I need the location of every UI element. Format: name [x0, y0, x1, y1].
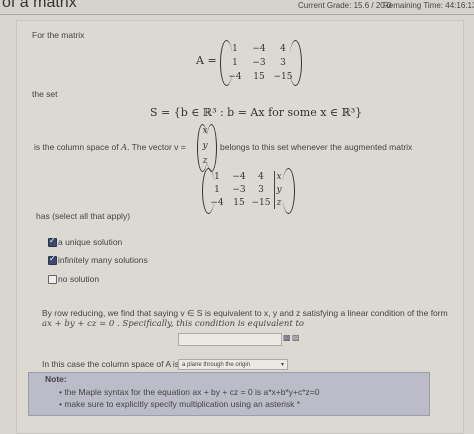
matrix-cell: 3	[280, 58, 286, 68]
remaining-time: Remaining Time: 44:16:13	[383, 1, 474, 10]
aug-cell: x	[276, 172, 282, 182]
select-value: a plane through the origin	[182, 362, 251, 368]
condition-input[interactable]	[178, 333, 282, 346]
matrix-cell: 15	[253, 72, 265, 82]
matrix-cell: −4	[228, 72, 242, 82]
current-grade: Current Grade: 15.6 / 20.0	[298, 1, 392, 10]
aug-cell: y	[276, 185, 282, 195]
row-reduce-text-2: ax + by + cz = 0 . Specifically, this co…	[42, 319, 305, 329]
select-all-prompt: has (select all that apply)	[36, 211, 131, 221]
note-item: • make sure to explicitly specify multip…	[59, 399, 301, 409]
preview-icon[interactable]: ▩	[283, 333, 291, 342]
set-label: the set	[32, 89, 58, 99]
option-label: no solution	[58, 274, 100, 284]
aug-cell: 1	[214, 185, 220, 195]
column-space-select[interactable]: a plane through the origin ▾	[178, 359, 288, 370]
checkbox-unique[interactable]	[48, 236, 57, 247]
matrix-cell: 1	[232, 44, 238, 54]
help-icon[interactable]: ▧	[292, 333, 300, 342]
matrix-cell: 1	[232, 58, 238, 68]
note-box: Note: • the Maple syntax for the equatio…	[28, 372, 430, 416]
vector-entry: x	[202, 126, 208, 136]
aug-cell: −3	[232, 185, 246, 195]
aug-cell: −4	[232, 172, 246, 182]
column-space-sentence: is the column space of A. The vector v =	[34, 142, 186, 153]
vector-entry: z	[202, 156, 208, 166]
aug-cell: 1	[214, 172, 220, 182]
aug-cell: −4	[210, 198, 224, 208]
note-title: Note:	[45, 374, 67, 384]
matrix-cell: −15	[273, 72, 293, 82]
intro-text: For the matrix	[32, 30, 85, 40]
aug-cell: z	[276, 198, 282, 208]
option-label: a unique solution	[58, 237, 123, 247]
matrix-cell: 4	[280, 44, 286, 54]
belongs-text: belongs to this set whenever the augment…	[220, 142, 413, 152]
vector-entry: y	[202, 141, 208, 151]
row-reduce-text-1: By row reducing, we find that saying v ∈…	[42, 308, 448, 318]
column-space-prefix: In this case the column space of A is	[42, 359, 180, 369]
note-item: • the Maple syntax for the equation ax +…	[59, 387, 320, 397]
matrix-cell: −4	[252, 44, 266, 54]
chevron-down-icon: ▾	[280, 362, 284, 368]
header-bar: of a matrix Current Grade: 15.6 / 20.0 R…	[0, 0, 474, 15]
checkbox-infinite[interactable]	[48, 254, 57, 265]
option-label: infinitely many solutions	[58, 255, 148, 265]
checkbox-none[interactable]	[48, 275, 57, 284]
aug-cell: 15	[233, 198, 245, 208]
matrix-label: A =	[196, 54, 217, 67]
set-definition: S = {b ∈ ℝ³ : b = Ax for some x ∈ ℝ³}	[150, 106, 363, 119]
matrix-cell: −3	[252, 58, 266, 68]
page-title: of a matrix	[2, 0, 77, 11]
